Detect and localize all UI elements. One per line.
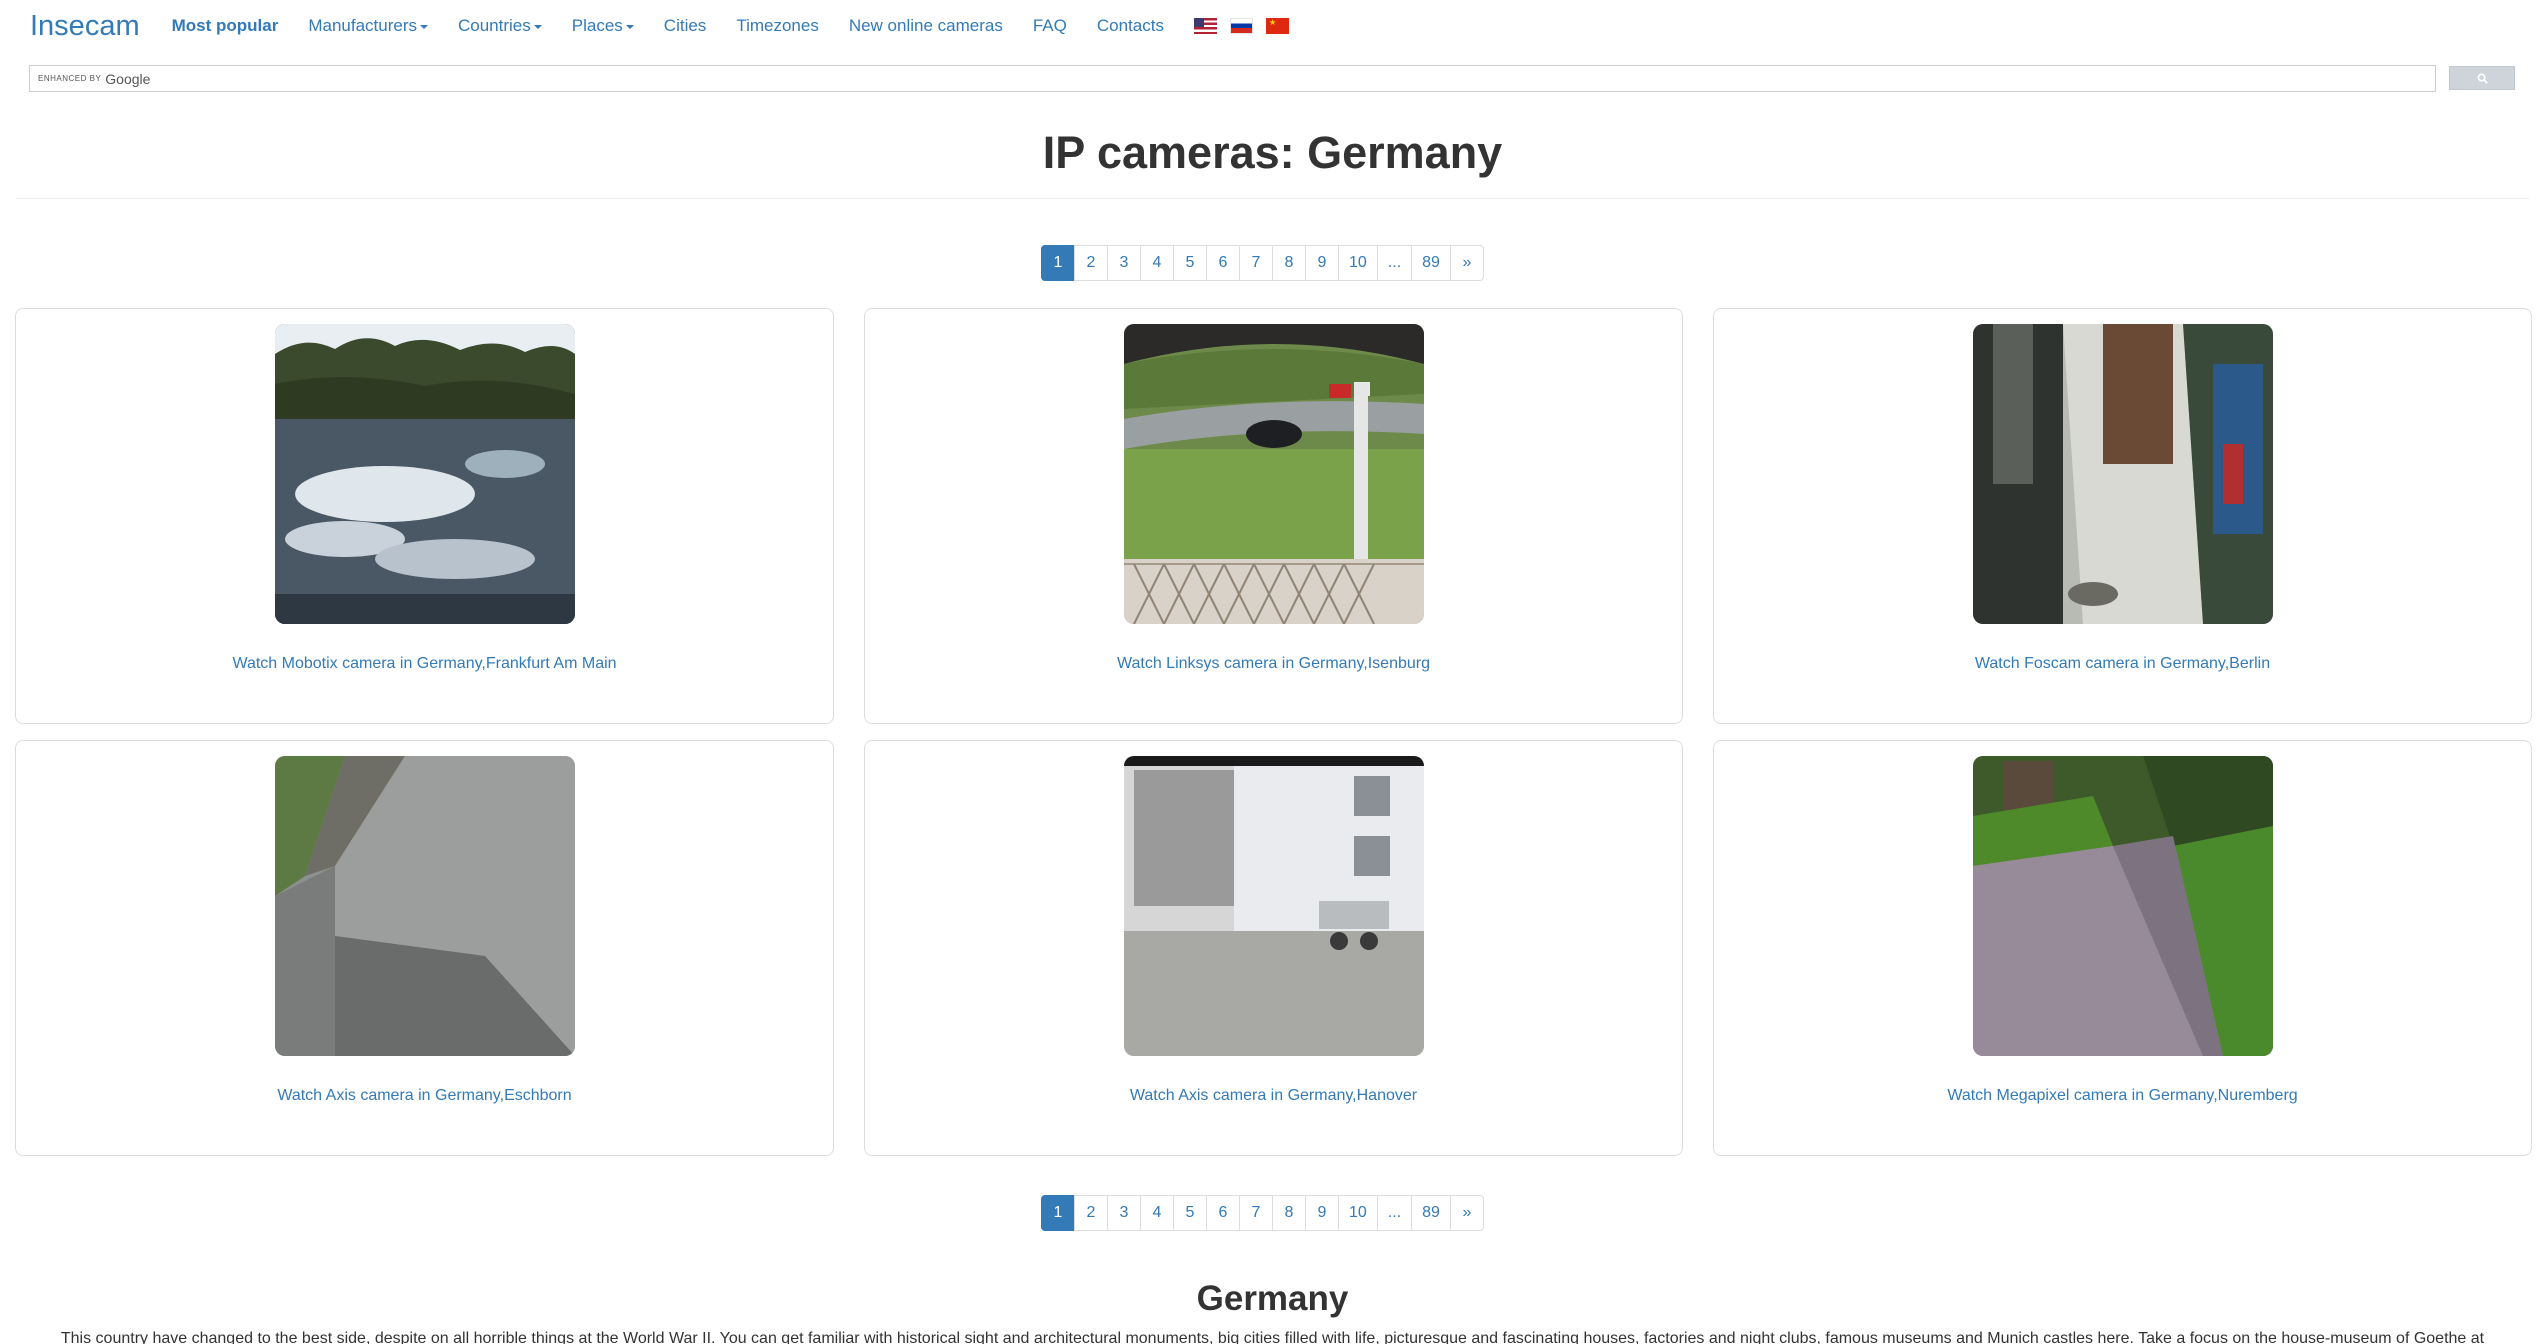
- page-link-9[interactable]: 9: [1305, 1195, 1339, 1231]
- nav-timezones[interactable]: Timezones: [736, 16, 819, 36]
- page-link-2[interactable]: 2: [1074, 245, 1108, 281]
- nav-places-label: Places: [571, 16, 623, 35]
- page-link-7[interactable]: 7: [1239, 1195, 1273, 1231]
- nav-cities[interactable]: Cities: [664, 16, 707, 36]
- page-link-1[interactable]: 1: [1041, 1195, 1075, 1231]
- page-next[interactable]: »: [1449, 1195, 1484, 1231]
- page-link-4[interactable]: 4: [1140, 245, 1174, 281]
- nav-manufacturers-label: Manufacturers: [308, 16, 417, 35]
- page-title: IP cameras: Germany: [1042, 127, 1503, 178]
- page-link-1[interactable]: 1: [1041, 245, 1075, 281]
- search-button[interactable]: [2449, 66, 2515, 90]
- nav-manufacturers[interactable]: Manufacturers: [308, 16, 428, 36]
- camera-thumbnail[interactable]: [275, 756, 575, 1056]
- nav-new-online-cameras[interactable]: New online cameras: [849, 16, 1003, 36]
- brand-link[interactable]: Insecam: [30, 10, 140, 43]
- caret-down-icon: [625, 25, 634, 29]
- russia-flag-icon[interactable]: [1229, 18, 1253, 34]
- pagination-bottom: 1 2 3 4 5 6 7 8 9 10 ... 89 »: [1041, 1195, 1484, 1231]
- google-label: Google: [105, 70, 151, 87]
- enhanced-by-label: ENHANCED BY: [38, 74, 102, 83]
- caret-down-icon: [420, 25, 428, 29]
- caret-down-icon: [533, 25, 542, 29]
- nav-contacts[interactable]: Contacts: [1097, 16, 1164, 36]
- camera-link[interactable]: Watch Axis camera in Germany,Hanover: [865, 1087, 1682, 1105]
- nav-countries[interactable]: Countries: [458, 16, 542, 36]
- camera-image-garden: [1973, 756, 2273, 1056]
- nav-places[interactable]: Places: [572, 16, 634, 36]
- nav-faq[interactable]: FAQ: [1033, 16, 1067, 36]
- search-icon: [2477, 73, 2488, 84]
- page-link-9[interactable]: 9: [1305, 245, 1339, 281]
- country-heading: Germany: [1196, 1279, 1349, 1318]
- camera-card: Watch Megapixel camera in Germany,Nuremb…: [1713, 740, 2532, 1156]
- country-description: This country have changed to the best si…: [60, 1330, 2485, 1344]
- camera-card: Watch Axis camera in Germany,Eschborn: [15, 740, 834, 1156]
- camera-thumbnail[interactable]: [1124, 324, 1424, 624]
- camera-image-pond: [275, 324, 575, 624]
- page-link-5[interactable]: 5: [1173, 1195, 1207, 1231]
- page-link-6[interactable]: 6: [1206, 245, 1240, 281]
- camera-card: Watch Axis camera in Germany,Hanover: [864, 740, 1683, 1156]
- camera-image-roof: [275, 756, 575, 1056]
- camera-link[interactable]: Watch Mobotix camera in Germany,Frankfur…: [16, 655, 833, 673]
- page-link-5[interactable]: 5: [1173, 245, 1207, 281]
- page-ellipsis: ...: [1376, 1195, 1413, 1231]
- search-input[interactable]: ENHANCED BY Google: [29, 65, 2436, 92]
- page-ellipsis: ...: [1376, 245, 1413, 281]
- camera-image-driveway: [1124, 756, 1424, 1056]
- pagination-top: 1 2 3 4 5 6 7 8 9 10 ... 89 »: [1041, 245, 1484, 281]
- page-link-89[interactable]: 89: [1411, 1195, 1451, 1231]
- page-link-10[interactable]: 10: [1338, 1195, 1378, 1231]
- camera-link[interactable]: Watch Foscam camera in Germany,Berlin: [1714, 655, 2531, 673]
- title-divider: [16, 198, 2529, 199]
- china-flag-icon[interactable]: ★: [1265, 18, 1289, 34]
- page-link-8[interactable]: 8: [1272, 245, 1306, 281]
- page-link-6[interactable]: 6: [1206, 1195, 1240, 1231]
- page-link-3[interactable]: 3: [1107, 245, 1141, 281]
- page-link-89[interactable]: 89: [1411, 245, 1451, 281]
- camera-card: Watch Mobotix camera in Germany,Frankfur…: [15, 308, 834, 724]
- camera-card: Watch Linksys camera in Germany,Isenburg: [864, 308, 1683, 724]
- camera-thumbnail[interactable]: [275, 324, 575, 624]
- us-flag-icon[interactable]: [1193, 18, 1217, 34]
- page-link-7[interactable]: 7: [1239, 245, 1273, 281]
- camera-link[interactable]: Watch Megapixel camera in Germany,Nuremb…: [1714, 1087, 2531, 1105]
- page-link-2[interactable]: 2: [1074, 1195, 1108, 1231]
- nav-most-popular[interactable]: Most popular: [172, 16, 279, 36]
- page-link-10[interactable]: 10: [1338, 245, 1378, 281]
- nav-countries-label: Countries: [458, 16, 531, 35]
- navbar: Insecam Most popular Manufacturers Count…: [0, 0, 2545, 52]
- camera-thumbnail[interactable]: [1973, 324, 2273, 624]
- camera-image-lawn: [1124, 324, 1424, 624]
- camera-thumbnail[interactable]: [1124, 756, 1424, 1056]
- camera-card: Watch Foscam camera in Germany,Berlin: [1713, 308, 2532, 724]
- camera-thumbnail[interactable]: [1973, 756, 2273, 1056]
- camera-link[interactable]: Watch Axis camera in Germany,Eschborn: [16, 1087, 833, 1105]
- page-link-8[interactable]: 8: [1272, 1195, 1306, 1231]
- page-link-3[interactable]: 3: [1107, 1195, 1141, 1231]
- camera-link[interactable]: Watch Linksys camera in Germany,Isenburg: [865, 655, 1682, 673]
- page-next[interactable]: »: [1449, 245, 1484, 281]
- camera-image-courtyard: [1973, 324, 2273, 624]
- page-link-4[interactable]: 4: [1140, 1195, 1174, 1231]
